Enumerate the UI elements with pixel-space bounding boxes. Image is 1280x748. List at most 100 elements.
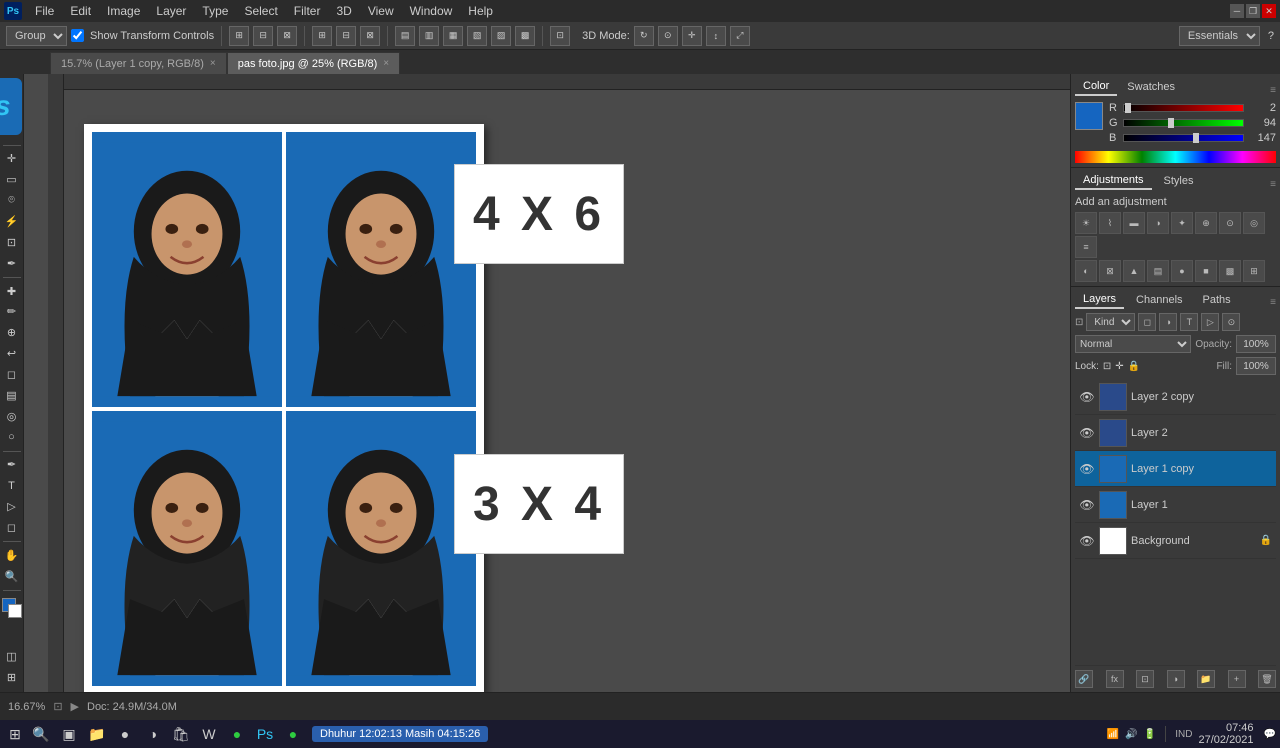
history-brush[interactable]: ↩ bbox=[2, 344, 22, 363]
layer-item-2copy[interactable]: 👁 Layer 2 copy bbox=[1075, 379, 1276, 415]
taskbar-store[interactable]: 🛍 bbox=[168, 721, 194, 747]
visibility-1copy[interactable]: 👁 bbox=[1079, 461, 1095, 477]
lock-pixel-icon[interactable]: ⊡ bbox=[1103, 361, 1111, 372]
transform-checkbox[interactable] bbox=[71, 29, 84, 42]
distribute-mid-btn[interactable]: ▨ bbox=[491, 26, 511, 46]
new-layer-btn[interactable]: + bbox=[1228, 670, 1246, 688]
align-center-v-btn[interactable]: ⊟ bbox=[336, 26, 356, 46]
adj-selective-color[interactable]: ● bbox=[1171, 260, 1193, 282]
adj-curves[interactable]: ⌇ bbox=[1099, 212, 1121, 234]
filter-smartobj-btn[interactable]: ⊙ bbox=[1222, 313, 1240, 331]
quick-mask-btn[interactable]: ◫ bbox=[2, 647, 22, 667]
background-color[interactable] bbox=[8, 604, 22, 618]
taskbar-ps[interactable]: Ps bbox=[252, 721, 278, 747]
adj-colorbalance[interactable]: ⊙ bbox=[1219, 212, 1241, 234]
shape-tool[interactable]: ◻ bbox=[2, 518, 22, 537]
visibility-1[interactable]: 👁 bbox=[1079, 497, 1095, 513]
eyedropper-tool[interactable]: ✒ bbox=[2, 254, 22, 273]
notification-center[interactable]: 💬 bbox=[1264, 729, 1276, 740]
color-spectrum[interactable] bbox=[1075, 151, 1276, 163]
adj-brightness[interactable]: ☀ bbox=[1075, 212, 1097, 234]
align-right-btn[interactable]: ⊠ bbox=[277, 26, 297, 46]
3d-slide-btn[interactable]: ↕ bbox=[706, 26, 726, 46]
taskbar-taskview[interactable]: ▣ bbox=[56, 721, 82, 747]
crop-tool[interactable]: ⊡ bbox=[2, 233, 22, 252]
adj-levels[interactable]: ▬ bbox=[1123, 212, 1145, 234]
distribute-right-btn[interactable]: ▦ bbox=[443, 26, 463, 46]
brush-tool[interactable]: ✏ bbox=[2, 302, 22, 321]
text-tool[interactable]: T bbox=[2, 476, 22, 495]
opacity-input[interactable] bbox=[1236, 335, 1276, 353]
3d-pan-btn[interactable]: ✛ bbox=[682, 26, 702, 46]
mode-select[interactable]: Group bbox=[6, 26, 67, 46]
menu-3d[interactable]: 3D bbox=[329, 2, 358, 20]
path-tool[interactable]: ▷ bbox=[2, 497, 22, 516]
lock-all-icon[interactable]: 🔒 bbox=[1128, 361, 1140, 372]
filter-type-btn[interactable]: T bbox=[1180, 313, 1198, 331]
essentials-select[interactable]: Essentials bbox=[1179, 26, 1260, 46]
adj-threshold[interactable]: ▲ bbox=[1123, 260, 1145, 282]
taskbar-word[interactable]: W bbox=[196, 721, 222, 747]
adj-vibrance[interactable]: ✦ bbox=[1171, 212, 1193, 234]
new-adj-btn[interactable]: ◑ bbox=[1167, 670, 1185, 688]
start-button[interactable]: ⊞ bbox=[4, 723, 26, 745]
pen-tool[interactable]: ✒ bbox=[2, 455, 22, 474]
minimize-button[interactable]: ─ bbox=[1230, 4, 1244, 18]
fill-input[interactable] bbox=[1236, 357, 1276, 375]
zoom-tool[interactable]: 🔍 bbox=[2, 567, 22, 586]
tab-layer1copy[interactable]: 15.7% (Layer 1 copy, RGB/8) × bbox=[50, 52, 227, 74]
menu-layer[interactable]: Layer bbox=[149, 2, 193, 20]
3d-scale-btn[interactable]: ⤢ bbox=[730, 26, 750, 46]
adj-posterize[interactable]: ⊠ bbox=[1099, 260, 1121, 282]
distribute-center-btn[interactable]: ▥ bbox=[419, 26, 439, 46]
filter-shape-btn[interactable]: ▷ bbox=[1201, 313, 1219, 331]
b-thumb[interactable] bbox=[1193, 133, 1199, 143]
tab-close-1[interactable]: × bbox=[383, 58, 389, 69]
menu-window[interactable]: Window bbox=[403, 2, 460, 20]
filter-adj-btn[interactable]: ◑ bbox=[1159, 313, 1177, 331]
menu-help[interactable]: Help bbox=[461, 2, 500, 20]
distribute-bottom-btn[interactable]: ▩ bbox=[515, 26, 535, 46]
adj-panel-menu[interactable]: ≡ bbox=[1270, 179, 1276, 190]
g-thumb[interactable] bbox=[1168, 118, 1174, 128]
adj-pattern[interactable]: ⊞ bbox=[1243, 260, 1265, 282]
adj-exposure[interactable]: ◑ bbox=[1147, 212, 1169, 234]
align-left-btn[interactable]: ⊞ bbox=[229, 26, 249, 46]
tab-paths[interactable]: Paths bbox=[1195, 291, 1239, 309]
r-thumb[interactable] bbox=[1125, 103, 1131, 113]
volume-icon[interactable]: 🔊 bbox=[1125, 729, 1137, 740]
close-button[interactable]: ✕ bbox=[1262, 4, 1276, 18]
menu-select[interactable]: Select bbox=[237, 2, 284, 20]
tab-channels[interactable]: Channels bbox=[1128, 291, 1190, 309]
tab-close-0[interactable]: × bbox=[210, 58, 216, 69]
restore-button[interactable]: ❐ bbox=[1246, 4, 1260, 18]
layer-item-2[interactable]: 👁 Layer 2 bbox=[1075, 415, 1276, 451]
visibility-bg[interactable]: 👁 bbox=[1079, 533, 1095, 549]
new-group-btn[interactable]: 📁 bbox=[1197, 670, 1215, 688]
lock-position-icon[interactable]: ✛ bbox=[1115, 361, 1123, 372]
delete-layer-btn[interactable]: 🗑 bbox=[1258, 670, 1276, 688]
menu-view[interactable]: View bbox=[361, 2, 401, 20]
link-layers-btn[interactable]: 🔗 bbox=[1075, 670, 1093, 688]
taskbar-search[interactable]: 🔍 bbox=[28, 721, 54, 747]
hand-tool[interactable]: ✋ bbox=[2, 546, 22, 565]
battery-icon[interactable]: 🔋 bbox=[1144, 729, 1156, 740]
taskbar-chrome[interactable]: ● bbox=[112, 721, 138, 747]
tab-layers[interactable]: Layers bbox=[1075, 291, 1124, 309]
add-mask-btn[interactable]: ⊡ bbox=[1136, 670, 1154, 688]
adj-hsl[interactable]: ⊕ bbox=[1195, 212, 1217, 234]
taskbar-green2[interactable]: ● bbox=[280, 721, 306, 747]
eraser-tool[interactable]: ◻ bbox=[2, 365, 22, 384]
menu-file[interactable]: File bbox=[28, 2, 61, 20]
lasso-tool[interactable]: ⌾ bbox=[2, 191, 22, 210]
menu-edit[interactable]: Edit bbox=[63, 2, 98, 20]
layer-item-1[interactable]: 👁 Layer 1 bbox=[1075, 487, 1276, 523]
filter-pixel-btn[interactable]: ◻ bbox=[1138, 313, 1156, 331]
blend-mode-select[interactable]: Normal bbox=[1075, 335, 1191, 353]
adj-solid-color[interactable]: ■ bbox=[1195, 260, 1217, 282]
adj-invert[interactable]: ◐ bbox=[1075, 260, 1097, 282]
adj-gradient[interactable]: ▩ bbox=[1219, 260, 1241, 282]
color-preview[interactable] bbox=[1075, 102, 1103, 130]
tab-styles[interactable]: Styles bbox=[1156, 172, 1202, 190]
menu-type[interactable]: Type bbox=[195, 2, 235, 20]
